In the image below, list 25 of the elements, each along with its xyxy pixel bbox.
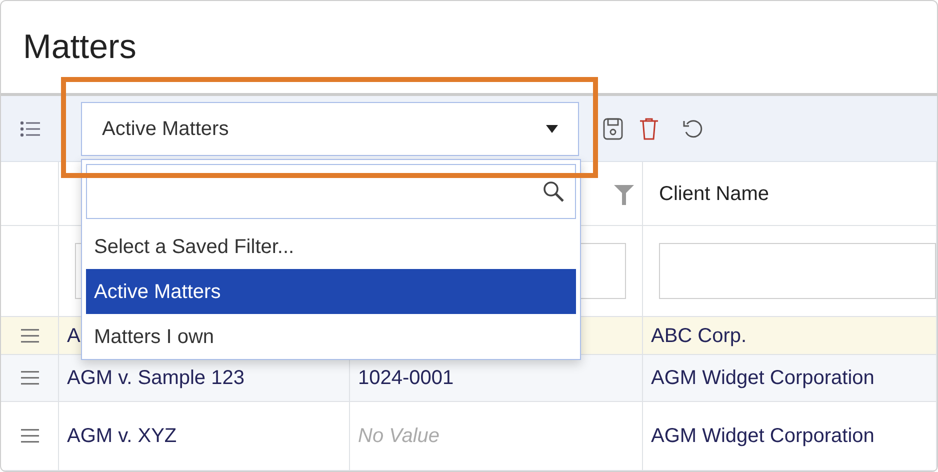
column-header: Client Name <box>643 162 937 226</box>
dropdown-option[interactable]: Active Matters <box>86 269 576 314</box>
drag-handle-icon[interactable] <box>20 371 38 385</box>
filter-icon[interactable] <box>614 182 634 204</box>
table-cell: ABC Corp. <box>643 317 937 355</box>
select-value: Active Matters <box>102 116 229 142</box>
search-icon <box>543 180 565 202</box>
search-field[interactable] <box>86 164 576 219</box>
save-icon[interactable] <box>603 118 623 140</box>
table-cell: AGM Widget Corporation <box>643 355 937 402</box>
table-cell: 1024-0001 <box>350 355 643 402</box>
drag-handle-icon[interactable] <box>20 328 38 342</box>
filter-field[interactable] <box>659 243 936 299</box>
delete-icon[interactable] <box>639 118 659 140</box>
undo-icon[interactable] <box>683 118 703 140</box>
table-cell: AGM v. Sample 123 <box>59 355 350 402</box>
drag-handle-icon[interactable] <box>20 429 38 443</box>
caret-icon <box>546 125 558 134</box>
table-cell: AGM Widget Corporation <box>643 402 937 471</box>
table-cell: No Value <box>350 402 643 471</box>
table-cell: AGM v. XYZ <box>59 402 350 471</box>
dropdown-option[interactable]: Select a Saved Filter... <box>86 224 576 269</box>
page-title: Matters <box>23 26 136 68</box>
list-icon[interactable] <box>20 120 40 136</box>
saved-filter-select[interactable]: Active Matters <box>81 102 579 156</box>
